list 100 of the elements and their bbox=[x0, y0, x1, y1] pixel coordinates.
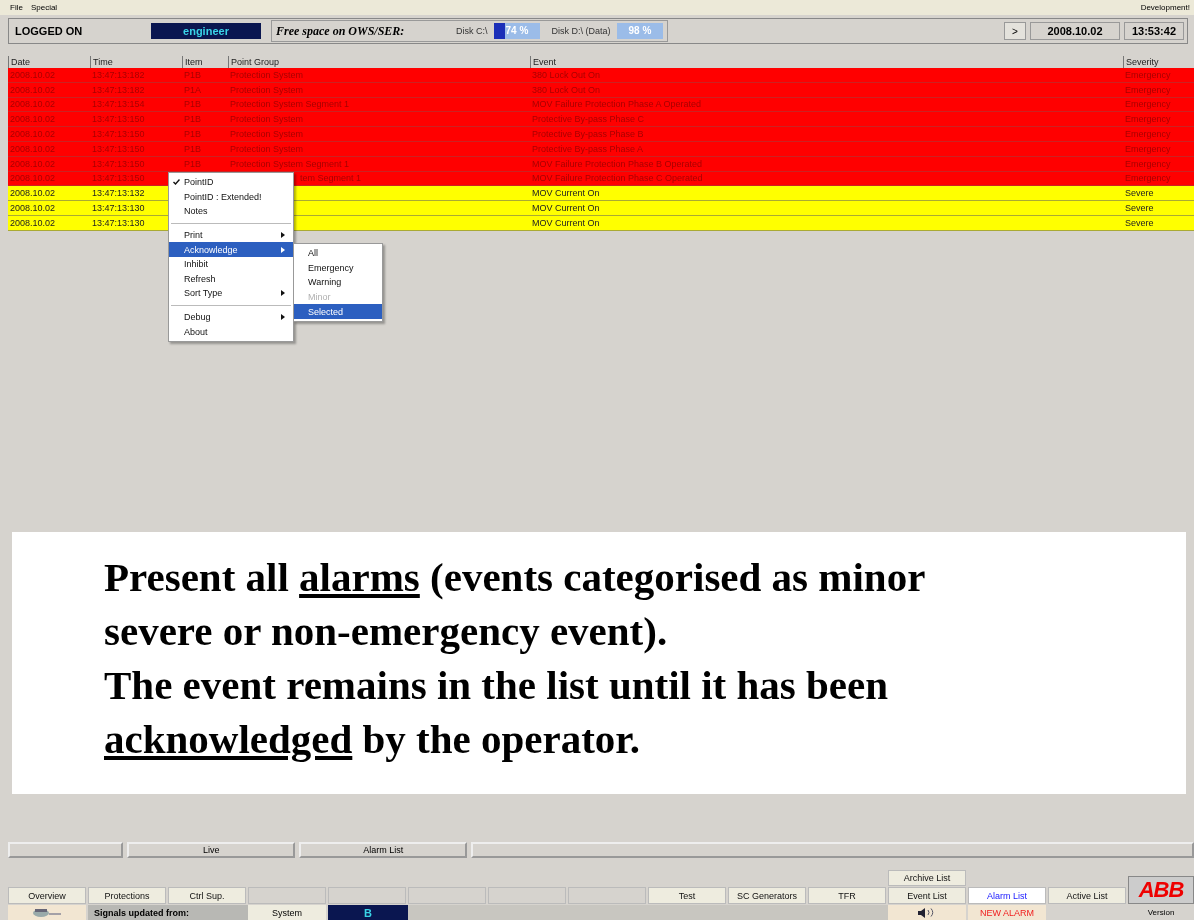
menu-item[interactable]: Special bbox=[30, 3, 58, 12]
submenu-item[interactable]: Emergency bbox=[294, 260, 382, 276]
item-cell: P1B bbox=[184, 99, 201, 110]
severity-cell-text: Emergency bbox=[1124, 83, 1172, 97]
event-cell-text: MOV Current On bbox=[531, 216, 601, 230]
point-group-cell: Protection System Segment 1 bbox=[230, 99, 350, 110]
point-group-cell: Protection System bbox=[230, 69, 304, 80]
severity-cell-text: Severe bbox=[1124, 216, 1155, 230]
list-button[interactable]: Event List bbox=[888, 887, 966, 904]
date-cell-text: 2008.10.02 bbox=[9, 98, 57, 112]
severity-cell-text: Emergency bbox=[1124, 172, 1172, 186]
list-button[interactable]: Active List bbox=[1048, 887, 1126, 904]
time-cell-text: 13:47:13:150 bbox=[91, 172, 146, 186]
submenu-item[interactable]: Warning bbox=[294, 275, 382, 290]
nav-button[interactable]: Protections bbox=[88, 887, 166, 904]
event-cell-text: Protective By-pass Phase A bbox=[531, 142, 645, 156]
disk-reading: 74 % bbox=[505, 25, 529, 36]
item-cell: P1B bbox=[184, 114, 201, 125]
next-button[interactable]: > bbox=[1004, 22, 1026, 40]
event-cell-text: MOV Failure Protection Phase A Operated bbox=[531, 98, 703, 112]
severity-cell-text: Severe bbox=[1124, 202, 1155, 215]
menu-item[interactable]: Debug bbox=[169, 309, 293, 325]
menu-item[interactable]: Sort Type bbox=[169, 286, 293, 301]
menu-item[interactable]: Refresh bbox=[169, 271, 293, 287]
nav-button[interactable]: Test bbox=[648, 887, 726, 904]
time-cell-text: 13:47:13:150 bbox=[91, 128, 146, 141]
event-cell-text: 380 Lock Out On bbox=[531, 83, 602, 97]
time-display: 13:53:42 bbox=[1124, 22, 1184, 40]
signals-label: Signals updated from: bbox=[88, 905, 248, 920]
date-cell-text: 2008.10.02 bbox=[9, 187, 57, 201]
item-cell: P1A bbox=[184, 84, 201, 95]
blank-button[interactable] bbox=[248, 887, 326, 904]
item-cell: P1B bbox=[184, 143, 201, 154]
severity-cell-text: Emergency bbox=[1124, 113, 1172, 127]
severity-cell-text: Emergency bbox=[1124, 68, 1172, 82]
time-cell-text: 13:47:13:130 bbox=[91, 216, 146, 230]
time-cell-text: 13:47:13:130 bbox=[91, 202, 146, 215]
blank-button[interactable] bbox=[328, 887, 406, 904]
item-cell: P1B bbox=[184, 158, 201, 169]
blank-button[interactable] bbox=[408, 887, 486, 904]
date-display: 2008.10.02 bbox=[1030, 22, 1120, 40]
list-button[interactable]: Alarm List bbox=[968, 887, 1046, 904]
time-cell-text: 13:47:13:154 bbox=[91, 98, 146, 112]
source-field: System bbox=[248, 905, 326, 920]
login-status: LOGGED ON bbox=[14, 25, 84, 37]
date-cell-text: 2008.10.02 bbox=[9, 83, 57, 97]
date-cell-text: 2008.10.02 bbox=[9, 172, 57, 186]
date-cell-text: 2008.10.02 bbox=[9, 202, 57, 215]
blank-button[interactable] bbox=[488, 887, 566, 904]
server-field: B bbox=[328, 905, 408, 920]
time-cell-text: 13:47:13:150 bbox=[91, 113, 146, 127]
blank-button[interactable] bbox=[568, 887, 646, 904]
date-cell-text: 2008.10.02 bbox=[9, 113, 57, 127]
event-cell-text: MOV Current On bbox=[531, 187, 601, 201]
date-cell-text: 2008.10.02 bbox=[9, 216, 57, 230]
event-cell-text: Protective By-pass Phase B bbox=[531, 128, 645, 141]
severity-cell-text: Emergency bbox=[1124, 142, 1172, 156]
event-cell-text: Protective By-pass Phase C bbox=[531, 113, 646, 127]
point-group-cell: Protection System Segment 1 bbox=[230, 158, 350, 169]
view-tab[interactable]: Alarm List bbox=[299, 842, 468, 858]
menu-item[interactable]: Inhibit bbox=[169, 256, 293, 272]
submenu-item[interactable]: Selected bbox=[294, 304, 382, 319]
menu-item[interactable]: File bbox=[10, 3, 23, 12]
new-alarm-indicator: NEW ALARM bbox=[968, 905, 1046, 920]
user-name: engineer bbox=[151, 23, 261, 39]
nav-button[interactable]: TFR bbox=[808, 887, 886, 904]
date-cell-text: 2008.10.02 bbox=[9, 157, 57, 171]
nav-button[interactable]: Overview bbox=[8, 887, 86, 904]
date-cell-text: 2008.10.02 bbox=[9, 142, 57, 156]
submenu-arrow-icon bbox=[281, 290, 285, 297]
nav-button[interactable]: SC Generators bbox=[728, 887, 806, 904]
view-tab[interactable]: Live bbox=[127, 842, 296, 858]
disk-label: Disk C:\ bbox=[456, 26, 488, 36]
free-space-label: Free space on OWS/SER: bbox=[276, 23, 406, 39]
severity-cell-text: Emergency bbox=[1124, 128, 1172, 141]
annotation-text: The event remains in the list until it has been acknowledged by the operator. bbox=[104, 661, 889, 764]
disk-label: Disk D:\ (Data) bbox=[551, 26, 611, 36]
submenu-item[interactable]: All bbox=[294, 246, 382, 261]
app-logo-icon bbox=[31, 907, 63, 918]
point-group-cell: Protection System bbox=[230, 143, 304, 154]
point-group-cell: tem Segment 1 bbox=[300, 173, 362, 184]
time-cell-text: 13:47:13:182 bbox=[91, 83, 146, 97]
nav-button[interactable]: Ctrl Sup. bbox=[168, 887, 246, 904]
date-cell-text: 2008.10.02 bbox=[9, 68, 57, 82]
severity-cell-text: Emergency bbox=[1124, 98, 1172, 112]
menu-item[interactable]: About bbox=[169, 324, 293, 339]
point-group-cell: Protection System bbox=[230, 84, 304, 95]
date-cell-text: 2008.10.02 bbox=[9, 128, 57, 141]
time-cell-text: 13:47:13:150 bbox=[91, 157, 146, 171]
time-cell-text: 13:47:13:182 bbox=[91, 68, 146, 82]
build-label: Development! bbox=[1140, 3, 1190, 12]
menu-item[interactable]: Acknowledge bbox=[169, 242, 293, 257]
annotation-text: Present all alarms (events categorised as minor severe or non-emergency event). bbox=[104, 553, 926, 656]
archive-list-button[interactable]: Archive List bbox=[888, 870, 966, 886]
severity-cell-text: Severe bbox=[1124, 187, 1155, 201]
severity-cell-text: Emergency bbox=[1124, 157, 1172, 171]
version-label[interactable]: Version bbox=[1128, 905, 1194, 920]
time-cell-text: 13:47:13:132 bbox=[91, 187, 146, 201]
point-group-cell: Protection System bbox=[230, 114, 304, 125]
event-cell-text: MOV Current On bbox=[531, 202, 601, 215]
